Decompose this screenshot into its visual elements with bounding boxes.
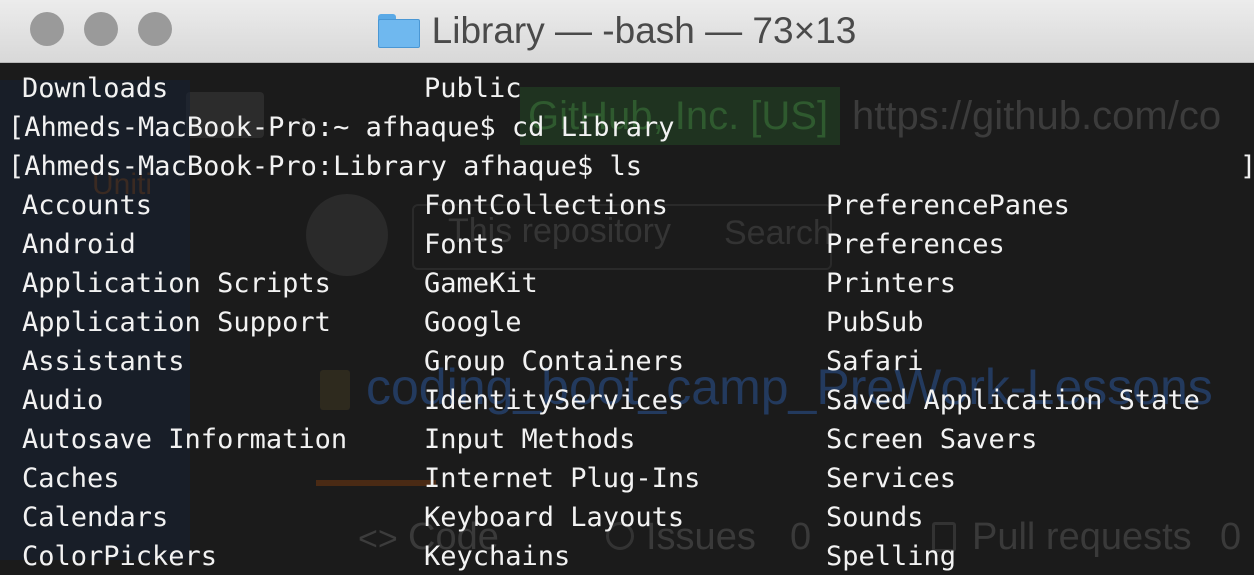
- ls-entry: Keychains: [424, 541, 571, 572]
- ls-entry: Fonts: [424, 229, 506, 260]
- ls-entry: Keyboard Layouts: [424, 502, 685, 533]
- code-icon: <>: [358, 520, 398, 558]
- prev-output-col2: Public: [424, 73, 522, 104]
- ls-entry: FontCollections: [424, 190, 668, 221]
- ls-entry: Spelling: [826, 541, 957, 572]
- ls-entry: Preferences: [826, 229, 1005, 260]
- command-line-2: [Ahmeds-MacBook-Pro:Library afhaque$ ls: [8, 151, 642, 182]
- prompt-bracket: ]: [1240, 147, 1254, 186]
- repo-lock-icon: [320, 370, 350, 410]
- ls-entry: IdentityServices: [424, 385, 685, 416]
- command-2-text: Ahmeds-MacBook-Pro:Library afhaque$ ls: [24, 151, 642, 182]
- ls-entry: Application Scripts: [22, 268, 331, 299]
- ls-entry: Group Containers: [424, 346, 685, 377]
- ls-entry: Calendars: [22, 502, 169, 533]
- ls-entry: PubSub: [826, 307, 924, 338]
- tab-pull-requests: Pull requests: [972, 516, 1192, 558]
- command-line-1: [Ahmeds-MacBook-Pro:~ afhaque$ cd Librar…: [8, 112, 675, 143]
- prev-output-col1: Downloads: [22, 73, 169, 104]
- tab-underline-ghost: [316, 480, 436, 486]
- ls-entry: ColorPickers: [22, 541, 218, 572]
- ls-entry: Application Support: [22, 307, 331, 338]
- ls-entry: Assistants: [22, 346, 185, 377]
- ls-entry: Internet Plug-Ins: [424, 463, 701, 494]
- folder-icon: [377, 14, 420, 48]
- ls-entry: GameKit: [424, 268, 538, 299]
- ls-entry: Autosave Information: [22, 424, 348, 455]
- ls-entry: Printers: [826, 268, 957, 299]
- ls-entry: Google: [424, 307, 522, 338]
- search-placeholder: Search: [724, 214, 832, 252]
- ls-entry: Screen Savers: [826, 424, 1038, 455]
- window-title: Library — -bash — 73×13: [0, 0, 1254, 62]
- ls-entry: Caches: [22, 463, 120, 494]
- ls-entry: Sounds: [826, 502, 924, 533]
- ls-entry: PreferencePanes: [826, 190, 1070, 221]
- browser-url: https://github.com/co: [852, 94, 1222, 138]
- ls-entry: Safari: [826, 346, 924, 377]
- pull-requests-count: 0: [1220, 516, 1242, 558]
- command-1-text: Ahmeds-MacBook-Pro:~ afhaque$ cd Library: [24, 112, 675, 143]
- ls-entry: Accounts: [22, 190, 153, 221]
- ls-entry: Input Methods: [424, 424, 636, 455]
- ls-entry: Saved Application State: [826, 385, 1200, 416]
- terminal-window: Library — -bash — 73×13 › GitHub, Inc. […: [0, 0, 1254, 575]
- window-title-text: Library — -bash — 73×13: [431, 10, 857, 51]
- ls-entry: Services: [826, 463, 957, 494]
- title-bar[interactable]: Library — -bash — 73×13: [0, 0, 1254, 63]
- ls-entry: Audio: [22, 385, 104, 416]
- issues-count: 0: [790, 516, 812, 558]
- ls-entry: Android: [22, 229, 136, 260]
- terminal-body[interactable]: › GitHub, Inc. [US] https://github.com/c…: [0, 62, 1254, 575]
